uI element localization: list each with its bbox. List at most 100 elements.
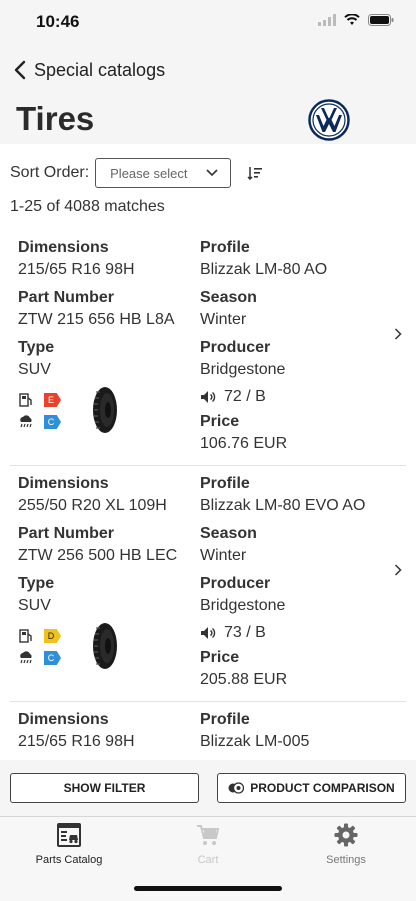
- part-number-label: Part Number: [18, 525, 115, 542]
- item-left-column: Dimensions 215/65 R16 98H Part Number ZT…: [18, 238, 198, 388]
- show-filter-button[interactable]: SHOW FILTER: [10, 773, 199, 803]
- season-value: Winter: [200, 311, 247, 328]
- speaker-icon: [201, 391, 216, 403]
- back-button[interactable]: Special catalogs: [14, 60, 165, 81]
- dimensions-value: 215/65 R16 98H: [18, 733, 135, 750]
- dimensions-label: Dimensions: [18, 711, 109, 728]
- tab-label: Parts Catalog: [35, 854, 103, 866]
- producer-value: Bridgestone: [200, 597, 286, 614]
- signal-icon: [318, 14, 336, 26]
- speaker-icon: [201, 627, 216, 639]
- profile-value: Blizzak LM-80 EVO AO: [200, 497, 366, 514]
- profile-value: Blizzak LM-005: [200, 733, 310, 750]
- eu-label-block: D C: [18, 626, 78, 670]
- type-label: Type: [18, 575, 55, 592]
- parts-catalog-icon: [57, 823, 81, 847]
- part-number-value: ZTW 256 500 HB LEC: [18, 547, 178, 564]
- tab-parts-catalog[interactable]: Parts Catalog: [14, 823, 124, 866]
- show-filter-label: SHOW FILTER: [63, 781, 146, 795]
- item-right-column: Profile Blizzak LM-80 AO Season Winter P…: [200, 238, 380, 462]
- tab-settings[interactable]: Settings: [291, 823, 401, 866]
- sort-icon: [247, 167, 263, 180]
- results-panel: Sort Order: Please select 1-25 of 4088 m…: [0, 144, 416, 760]
- noise-value: 73 / B: [224, 624, 266, 641]
- profile-value: Blizzak LM-80 AO: [200, 261, 328, 278]
- chevron-down-icon: [206, 169, 218, 177]
- price-label: Price: [200, 413, 240, 430]
- wet-grip-class-badge: C: [44, 651, 61, 665]
- item-right-column: Profile Blizzak LM-80 EVO AO Season Wint…: [200, 474, 380, 698]
- noise-rating: 73 / B: [200, 624, 380, 642]
- product-comparison-button[interactable]: PRODUCT COMPARISON: [217, 773, 406, 803]
- fuel-efficiency-row: D: [18, 626, 78, 646]
- tab-label: Settings: [326, 854, 366, 866]
- noise-value: 72 / B: [224, 388, 266, 405]
- tire-list-item[interactable]: Dimensions 255/50 R20 XL 109H Part Numbe…: [0, 466, 416, 702]
- type-label: Type: [18, 339, 55, 356]
- vw-logo: [308, 99, 350, 141]
- chevron-right-icon: [394, 564, 402, 576]
- profile-label: Profile: [200, 239, 250, 256]
- fuel-class-badge: E: [44, 393, 61, 407]
- season-label: Season: [200, 289, 257, 306]
- rain-cloud-icon: [20, 651, 32, 664]
- back-label: Special catalogs: [34, 59, 166, 80]
- fuel-efficiency-row: E: [18, 390, 78, 410]
- sort-direction-button[interactable]: [247, 166, 263, 180]
- season-value: Winter: [200, 547, 247, 564]
- item-left-column: Dimensions 255/50 R20 XL 109H Part Numbe…: [18, 474, 198, 624]
- part-number-label: Part Number: [18, 289, 115, 306]
- chevron-left-icon: [14, 60, 26, 80]
- eu-label-block: E C: [18, 390, 78, 434]
- wet-grip-class-badge: C: [44, 415, 61, 429]
- fuel-pump-icon: [19, 629, 32, 643]
- item-right-column: Profile Blizzak LM-005: [200, 710, 380, 760]
- match-count: 1-25 of 4088 matches: [10, 198, 165, 215]
- item-left-column: Dimensions 215/65 R16 98H: [18, 710, 198, 760]
- sort-row: Sort Order: Please select: [10, 158, 263, 188]
- status-icons: [318, 14, 394, 26]
- home-indicator: [134, 886, 282, 891]
- part-number-value: ZTW 215 656 HB L8A: [18, 311, 175, 328]
- tire-list-item[interactable]: Dimensions 215/65 R16 98H Part Number ZT…: [0, 230, 416, 466]
- nav-bar: Special catalogs: [0, 52, 416, 88]
- wet-grip-row: C: [18, 412, 78, 432]
- noise-rating: 72 / B: [200, 388, 380, 406]
- rain-cloud-icon: [20, 415, 32, 428]
- product-comparison-label: PRODUCT COMPARISON: [250, 781, 395, 795]
- tire-image: [93, 623, 117, 669]
- action-buttons: SHOW FILTER PRODUCT COMPARISON: [10, 773, 406, 805]
- dimensions-value: 255/50 R20 XL 109H: [18, 497, 167, 514]
- wifi-icon: [344, 14, 360, 25]
- status-bar: 10:46: [0, 0, 416, 46]
- tab-cart[interactable]: Cart: [153, 823, 263, 866]
- sort-select-placeholder: Please select: [110, 165, 188, 181]
- producer-label: Producer: [200, 575, 271, 592]
- chevron-right-icon: [394, 328, 402, 340]
- season-label: Season: [200, 525, 257, 542]
- dimensions-label: Dimensions: [18, 475, 109, 492]
- tire-list-item[interactable]: Dimensions 215/65 R16 98H Profile Blizza…: [0, 702, 416, 760]
- page-title: Tires: [16, 100, 95, 137]
- dimensions-label: Dimensions: [18, 239, 109, 256]
- profile-label: Profile: [200, 711, 250, 728]
- price-label: Price: [200, 649, 240, 666]
- status-time: 10:46: [36, 12, 80, 31]
- dimensions-value: 215/65 R16 98H: [18, 261, 135, 278]
- compare-icon: [228, 782, 245, 794]
- sort-order-select[interactable]: Please select: [95, 158, 232, 188]
- profile-label: Profile: [200, 475, 250, 492]
- producer-value: Bridgestone: [200, 361, 286, 378]
- cart-icon: [197, 825, 220, 845]
- price-value: 106.76 EUR: [200, 435, 288, 452]
- fuel-class-badge: D: [44, 629, 61, 643]
- type-value: SUV: [18, 361, 51, 378]
- price-value: 205.88 EUR: [200, 671, 288, 688]
- wet-grip-row: C: [18, 648, 78, 668]
- battery-icon: [368, 14, 394, 26]
- gear-icon: [334, 823, 358, 847]
- producer-label: Producer: [200, 339, 271, 356]
- tab-label: Cart: [197, 854, 219, 866]
- tire-image: [93, 387, 117, 433]
- sort-label: Sort Order:: [10, 164, 90, 181]
